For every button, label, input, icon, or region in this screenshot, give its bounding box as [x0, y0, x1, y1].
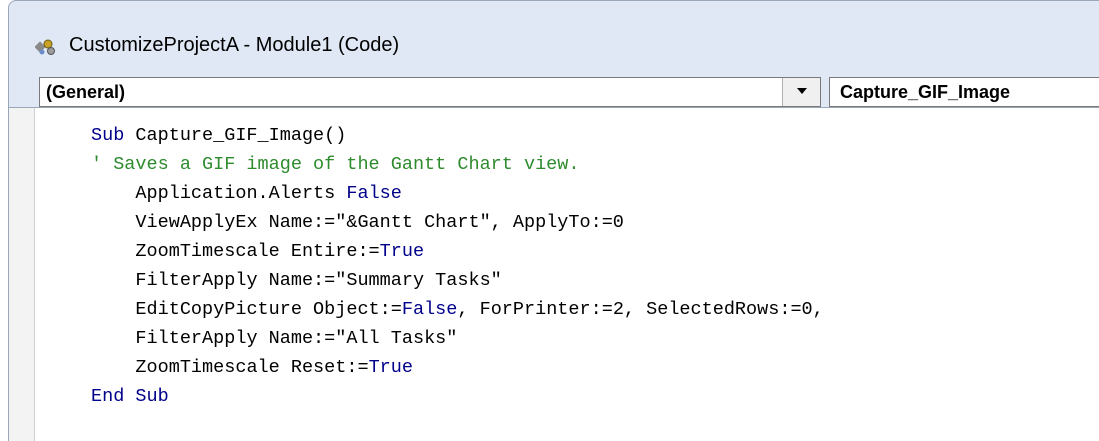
code-token: Capture_GIF_Image(): [124, 125, 347, 146]
keyword-token: End Sub: [91, 386, 169, 407]
code-token: Application.Alerts: [135, 183, 347, 204]
window-title: CustomizeProjectA - Module1 (Code): [69, 34, 400, 56]
object-combo[interactable]: (General): [39, 77, 821, 107]
code-line[interactable]: ' Saves a GIF image of the Gantt Chart v…: [91, 150, 824, 179]
code-line[interactable]: Sub Capture_GIF_Image(): [91, 121, 824, 150]
comment-token: ' Saves a GIF image of the Gantt Chart v…: [91, 154, 580, 175]
keyword-token: True: [379, 241, 425, 262]
code-token: , ForPrinter:=2, SelectedRows:=0,: [457, 299, 824, 320]
code-line[interactable]: FilterApply Name:="Summary Tasks": [91, 266, 824, 295]
vba-code-window: CustomizeProjectA - Module1 (Code) (Gene…: [0, 0, 1099, 441]
code-token: EditCopyPicture Object:=: [135, 299, 402, 320]
chevron-down-icon: [797, 88, 807, 94]
code-token: FilterApply Name:="All Tasks": [135, 328, 458, 349]
code-token: ZoomTimescale Entire:=: [135, 241, 380, 262]
keyword-token: False: [346, 183, 402, 204]
code-token: ViewApplyEx Name:="&Gantt Chart", ApplyT…: [135, 212, 624, 233]
keyword-token: Sub: [91, 125, 125, 146]
code-editor[interactable]: Sub Capture_GIF_Image() ' Saves a GIF ima…: [8, 107, 1099, 441]
code-token: FilterApply Name:="Summary Tasks": [135, 270, 502, 291]
code-token: ZoomTimescale Reset:=: [135, 357, 369, 378]
code-line[interactable]: End Sub: [91, 382, 824, 411]
keyword-token: True: [368, 357, 413, 378]
procedure-combo-value: Capture_GIF_Image: [840, 82, 1011, 102]
keyword-token: False: [401, 299, 458, 320]
combo-bar: (General) Capture_GIF_Image: [8, 67, 1099, 107]
object-combo-value: (General): [46, 82, 126, 102]
code-line[interactable]: ZoomTimescale Entire:=True: [91, 237, 824, 266]
code-line[interactable]: Application.Alerts False: [91, 179, 824, 208]
code-text[interactable]: Sub Capture_GIF_Image() ' Saves a GIF ima…: [91, 121, 824, 411]
code-line[interactable]: FilterApply Name:="All Tasks": [91, 324, 824, 353]
code-line[interactable]: ZoomTimescale Reset:=True: [91, 353, 824, 382]
margin-indicator-bar[interactable]: [9, 108, 35, 441]
code-line[interactable]: ViewApplyEx Name:="&Gantt Chart", ApplyT…: [91, 208, 824, 237]
procedure-combo[interactable]: Capture_GIF_Image: [829, 77, 1099, 107]
code-line[interactable]: EditCopyPicture Object:=False, ForPrinte…: [91, 295, 824, 324]
title-bar[interactable]: CustomizeProjectA - Module1 (Code): [8, 0, 1099, 67]
vba-module-icon: [35, 39, 55, 55]
object-combo-dropdown-button[interactable]: [782, 78, 820, 106]
